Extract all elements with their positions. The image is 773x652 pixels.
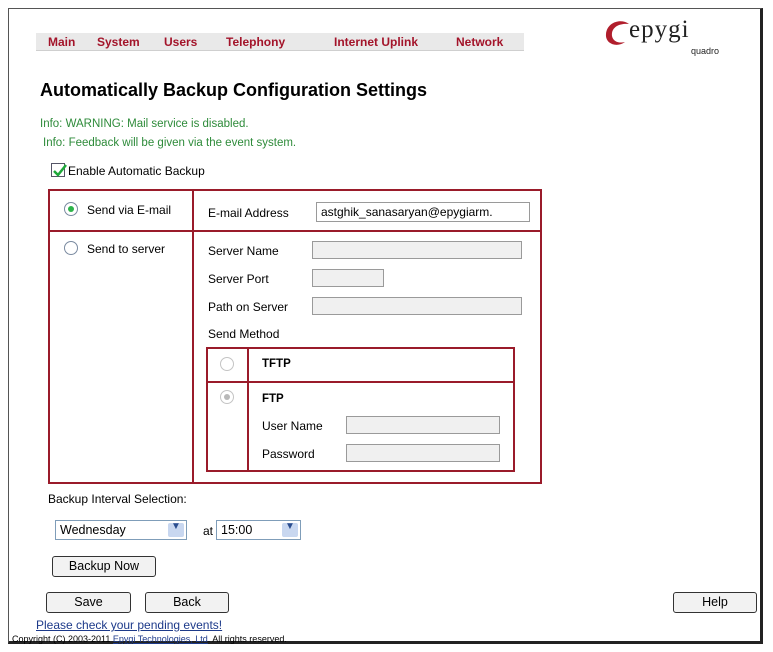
day-select-value: Wednesday [60,523,126,537]
ftp-label: FTP [262,393,284,405]
backup-now-button[interactable]: Backup Now [52,556,156,577]
ftp-user-name-input[interactable] [346,416,500,434]
ftp-user-name-label: User Name [262,419,323,433]
checkmark-icon [53,164,67,177]
server-name-label: Server Name [208,244,279,258]
enable-backup-checkbox[interactable] [51,163,67,177]
server-port-input[interactable] [312,269,384,287]
menu-users[interactable]: Users [164,35,197,49]
epygi-company-link[interactable]: Epygi Technologies, Ltd [113,634,208,644]
time-select[interactable]: 15:00 ▼ [216,520,301,540]
send-email-label: Send via E-mail [87,203,172,217]
server-port-label: Server Port [208,272,269,286]
menu-network[interactable]: Network [456,35,503,49]
backup-interval-label: Backup Interval Selection: [48,492,187,506]
logo-subtitle: quadro [691,46,720,56]
chevron-down-icon: ▼ [282,521,298,537]
menu-main[interactable]: Main [48,35,75,49]
send-method-row-divider [206,381,515,383]
enable-backup-label: Enable Automatic Backup [68,164,205,178]
pending-events-link[interactable]: Please check your pending events! [36,618,222,632]
help-button[interactable]: Help [673,592,757,613]
server-name-input[interactable] [312,241,522,259]
copyright-prefix: Copyright (C) 2003-2011 [12,634,113,644]
day-select[interactable]: Wednesday ▼ [55,520,187,540]
tftp-label: TFTP [262,358,291,370]
info-feedback: Info: Feedback will be given via the eve… [43,137,297,149]
at-label: at [203,524,214,538]
save-button[interactable]: Save [46,592,131,613]
email-address-input[interactable]: astghik_sanasaryan@epygiarm. [316,202,530,222]
copyright-suffix: . All rights reserved. [207,634,287,644]
logo-wordmark: epygi [629,16,690,43]
epygi-logo: epygi quadro [603,16,738,58]
send-server-label: Send to server [87,242,166,256]
ftp-password-input[interactable] [346,444,500,462]
menu-telephony[interactable]: Telephony [226,35,285,49]
column-divider [192,189,194,484]
send-server-radio[interactable] [64,241,78,255]
menu-internet-uplink[interactable]: Internet Uplink [334,35,418,49]
path-on-server-input[interactable] [312,297,522,315]
menu-system[interactable]: System [97,35,140,49]
row-divider [48,230,542,232]
email-address-label: E-mail Address [208,206,289,220]
path-on-server-label: Path on Server [208,300,289,314]
copyright-footer: Copyright (C) 2003-2011 Epygi Technologi… [12,634,287,644]
info-warning: Info: WARNING: Mail service is disabled. [40,118,249,130]
send-method-column-divider [247,347,249,472]
send-email-radio[interactable] [64,202,78,216]
time-select-value: 15:00 [221,523,253,537]
send-method-label: Send Method [208,327,280,341]
chevron-down-icon: ▼ [168,521,184,537]
back-button[interactable]: Back [145,592,229,613]
tftp-radio[interactable] [220,357,234,371]
top-menu-bar: Main System Users Telephony Internet Upl… [36,33,524,51]
ftp-password-label: Password [262,447,315,461]
page-title: Automatically Backup Configuration Setti… [40,80,428,100]
ftp-radio[interactable] [220,390,234,404]
